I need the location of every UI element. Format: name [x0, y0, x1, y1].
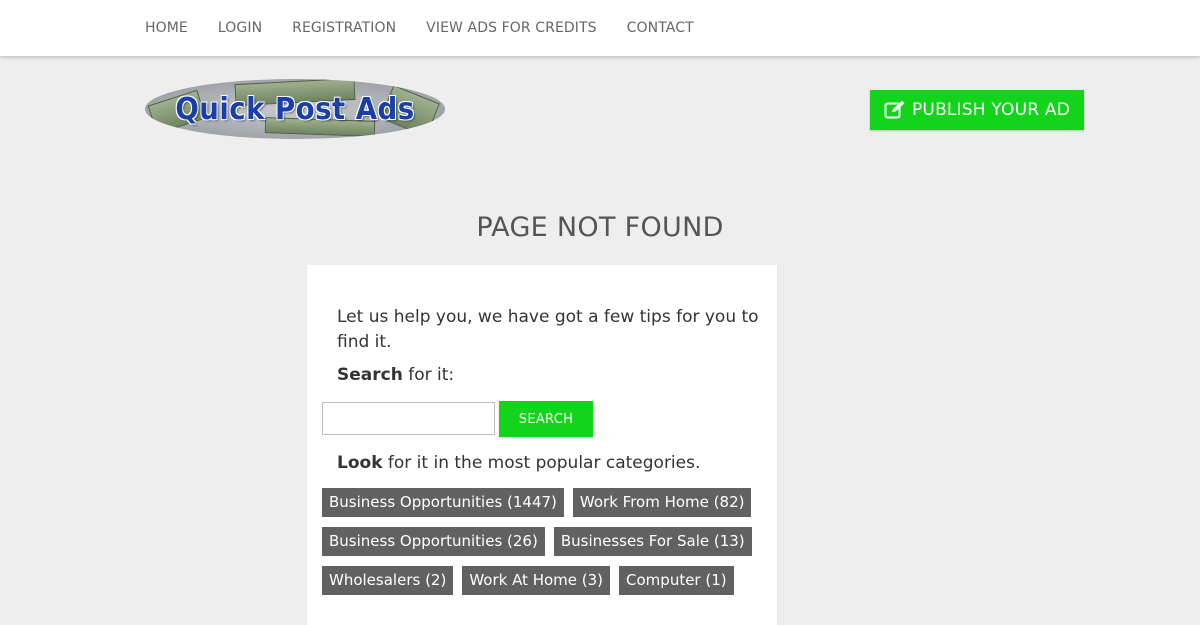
look-instruction-strong: Look — [337, 453, 383, 473]
search-button[interactable]: SEARCH — [499, 401, 593, 437]
publish-ad-label: PUBLISH YOUR AD — [911, 100, 1071, 120]
category-tag-business-opportunities-1447[interactable]: Business Opportunities (1447) — [322, 488, 564, 517]
look-instruction: Look for it in the most popular categori… — [337, 453, 700, 473]
category-tag-computer[interactable]: Computer (1) — [619, 566, 734, 595]
look-instruction-rest: for it in the most popular categories. — [382, 453, 701, 473]
page-title: PAGE NOT FOUND — [476, 212, 724, 243]
nav-item-login[interactable]: LOGIN — [218, 20, 262, 36]
help-text: Let us help you, we have got a few tips … — [337, 307, 759, 352]
nav-item-contact[interactable]: CONTACT — [627, 20, 694, 36]
category-tag-work-at-home[interactable]: Work At Home (3) — [462, 566, 611, 595]
category-row: Wholesalers (2) Work At Home (3) Compute… — [322, 566, 772, 595]
logo-text: Quick Post Ads — [175, 91, 415, 127]
nav-menu: HOME LOGIN REGISTRATION VIEW ADS FOR CRE… — [145, 0, 724, 56]
category-row: Business Opportunities (26) Businesses F… — [322, 527, 772, 556]
not-found-card: Let us help you, we have got a few tips … — [307, 265, 777, 625]
category-tag-work-from-home[interactable]: Work From Home (82) — [572, 488, 752, 517]
category-tag-wholesalers[interactable]: Wholesalers (2) — [322, 566, 454, 595]
search-instruction: Search for it: — [337, 365, 454, 385]
category-tag-businesses-for-sale[interactable]: Businesses For Sale (13) — [553, 527, 752, 556]
publish-ad-button[interactable]: PUBLISH YOUR AD — [870, 90, 1084, 130]
nav-item-registration[interactable]: REGISTRATION — [292, 20, 396, 36]
top-navigation: HOME LOGIN REGISTRATION VIEW ADS FOR CRE… — [0, 0, 1200, 56]
nav-item-view-ads-for-credits[interactable]: VIEW ADS FOR CREDITS — [426, 20, 597, 36]
search-instruction-rest: for it: — [402, 365, 455, 385]
edit-icon — [884, 100, 906, 120]
category-tag-business-opportunities-26[interactable]: Business Opportunities (26) — [322, 527, 545, 556]
search-input[interactable] — [322, 402, 495, 435]
category-row: Business Opportunities (1447) Work From … — [322, 488, 772, 517]
nav-item-home[interactable]: HOME — [145, 20, 188, 36]
popular-categories: Business Opportunities (1447) Work From … — [322, 488, 772, 605]
search-instruction-strong: Search — [337, 365, 403, 385]
site-logo[interactable]: Quick Post Ads — [145, 79, 445, 139]
